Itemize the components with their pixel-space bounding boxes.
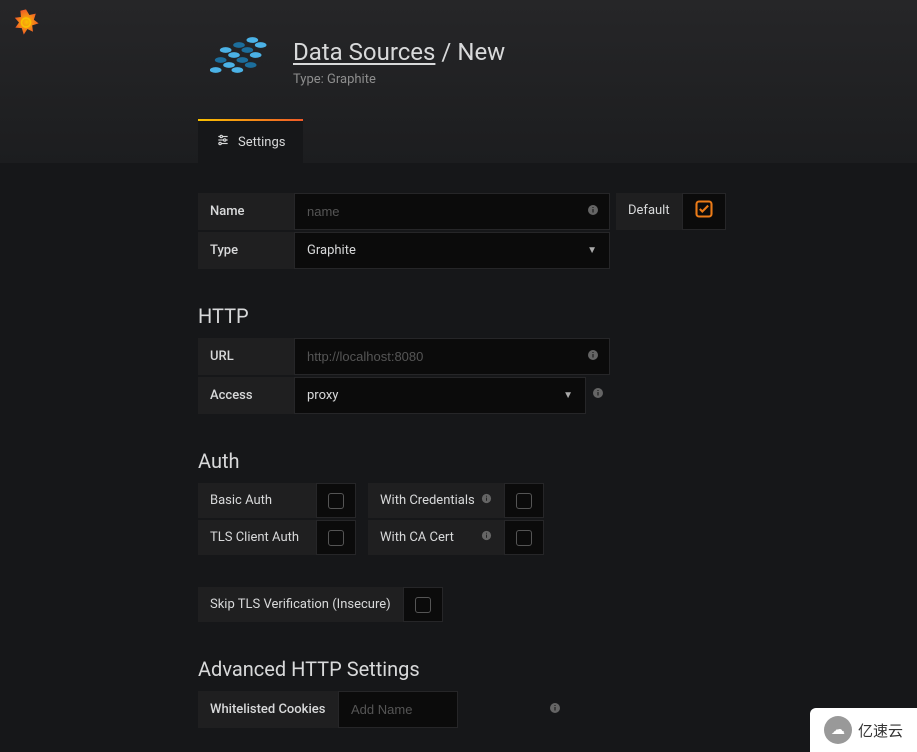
with-credentials-checkbox[interactable] — [504, 483, 544, 518]
type-select[interactable]: Graphite ▼ — [294, 232, 610, 269]
chevron-down-icon: ▼ — [575, 245, 609, 256]
whitelisted-cookies-input[interactable] — [339, 692, 539, 727]
tab-settings-label: Settings — [238, 135, 285, 150]
with-credentials-label: With Credentials — [368, 483, 504, 518]
breadcrumb-current: New — [457, 38, 505, 66]
skip-tls-checkbox[interactable] — [403, 587, 443, 622]
skip-tls-label: Skip TLS Verification (Insecure) — [198, 587, 403, 622]
with-ca-cert-checkbox[interactable] — [504, 520, 544, 555]
access-label: Access — [198, 377, 294, 414]
access-select[interactable]: proxy ▼ — [294, 377, 586, 414]
url-label: URL — [198, 338, 294, 375]
breadcrumb-link-datasources[interactable]: Data Sources — [293, 38, 435, 66]
info-icon[interactable] — [577, 349, 609, 364]
type-label: Type — [198, 232, 294, 269]
section-title-advanced: Advanced HTTP Settings — [198, 657, 917, 681]
info-icon[interactable] — [586, 377, 610, 414]
info-icon[interactable] — [481, 530, 492, 545]
cloud-icon: ☁ — [824, 716, 852, 744]
sliders-icon — [216, 133, 230, 151]
with-ca-cert-label: With CA Cert — [368, 520, 504, 555]
default-checkbox[interactable] — [682, 193, 726, 230]
tab-settings[interactable]: Settings — [198, 119, 303, 163]
info-icon[interactable] — [577, 204, 609, 219]
page-subtitle: Type: Graphite — [293, 72, 505, 87]
name-input[interactable] — [295, 194, 577, 229]
url-input[interactable] — [295, 339, 577, 374]
breadcrumb: Data Sources / New — [293, 38, 505, 66]
section-title-auth: Auth — [198, 449, 917, 473]
chevron-down-icon: ▼ — [551, 390, 585, 401]
name-label: Name — [198, 193, 294, 230]
info-icon[interactable] — [481, 493, 492, 508]
grafana-logo-icon[interactable] — [12, 8, 40, 40]
tls-client-auth-label: TLS Client Auth — [198, 520, 316, 555]
watermark-badge: ☁ 亿速云 — [810, 708, 917, 752]
basic-auth-label: Basic Auth — [198, 483, 316, 518]
checkmark-icon — [694, 199, 714, 224]
whitelisted-cookies-label: Whitelisted Cookies — [198, 691, 338, 728]
section-title-http: HTTP — [198, 304, 917, 328]
info-icon[interactable] — [539, 702, 571, 717]
default-label: Default — [616, 193, 682, 230]
datasource-icon — [210, 35, 278, 89]
access-select-value: proxy — [295, 378, 551, 413]
tls-client-auth-checkbox[interactable] — [316, 520, 356, 555]
breadcrumb-separator: / — [441, 38, 451, 66]
basic-auth-checkbox[interactable] — [316, 483, 356, 518]
type-select-value: Graphite — [295, 233, 575, 268]
